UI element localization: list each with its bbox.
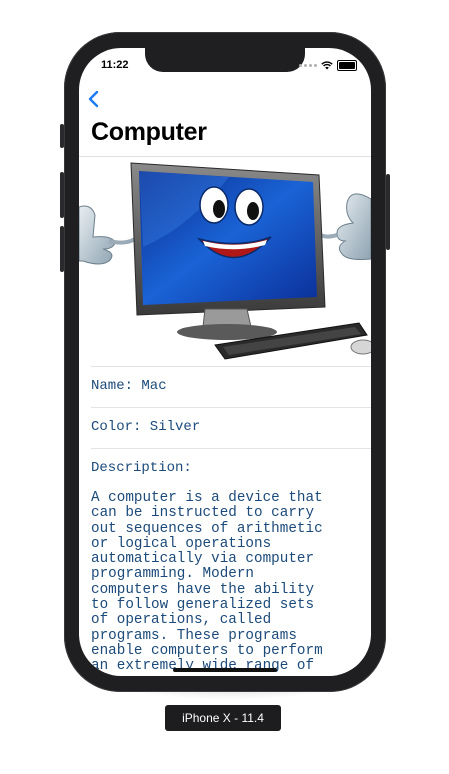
description-line: to follow generalized sets (91, 597, 315, 614)
back-button[interactable] (85, 88, 105, 110)
description-line: enable computers to perform (91, 642, 323, 659)
status-icons (299, 60, 357, 71)
row-separator (91, 448, 371, 449)
simulator-device-label: iPhone X - 11.4 (165, 705, 281, 731)
home-indicator[interactable] (173, 668, 277, 672)
description-line: programs. These programs (91, 627, 297, 644)
power-button (386, 174, 390, 250)
mute-switch (60, 124, 64, 148)
description-line: or logical operations (91, 535, 272, 552)
volume-up-button (60, 172, 64, 218)
description-line: computers have the ability (91, 581, 315, 598)
wifi-icon (321, 61, 333, 70)
computer-mascot-image (79, 162, 371, 360)
description-line: can be instructed to carry (91, 505, 315, 522)
image-separator (91, 366, 371, 367)
battery-icon (337, 60, 357, 71)
description-line: out sequences of arithmetic (91, 520, 323, 537)
description-label: Description: (91, 460, 192, 476)
description-text: A computer is a device that can be instr… (91, 490, 361, 675)
row-separator (91, 407, 371, 408)
name-row: Name: Mac (91, 378, 167, 394)
description-line: A computer is a device that (91, 490, 323, 506)
right-hand (315, 193, 371, 260)
description-line: automatically via computer (91, 551, 315, 568)
notch (145, 48, 305, 72)
screen: 11:22 Computer Name: Mac Color: Silver D… (79, 48, 371, 676)
left-hand (79, 205, 137, 265)
description-line: of operations, called (91, 612, 272, 629)
cellular-dots-icon (299, 64, 317, 67)
volume-down-button (60, 226, 64, 272)
description-line: programming. Modern (91, 566, 255, 583)
status-time: 11:22 (101, 59, 129, 71)
color-row: Color: Silver (91, 419, 201, 435)
page-title: Computer (91, 118, 207, 146)
